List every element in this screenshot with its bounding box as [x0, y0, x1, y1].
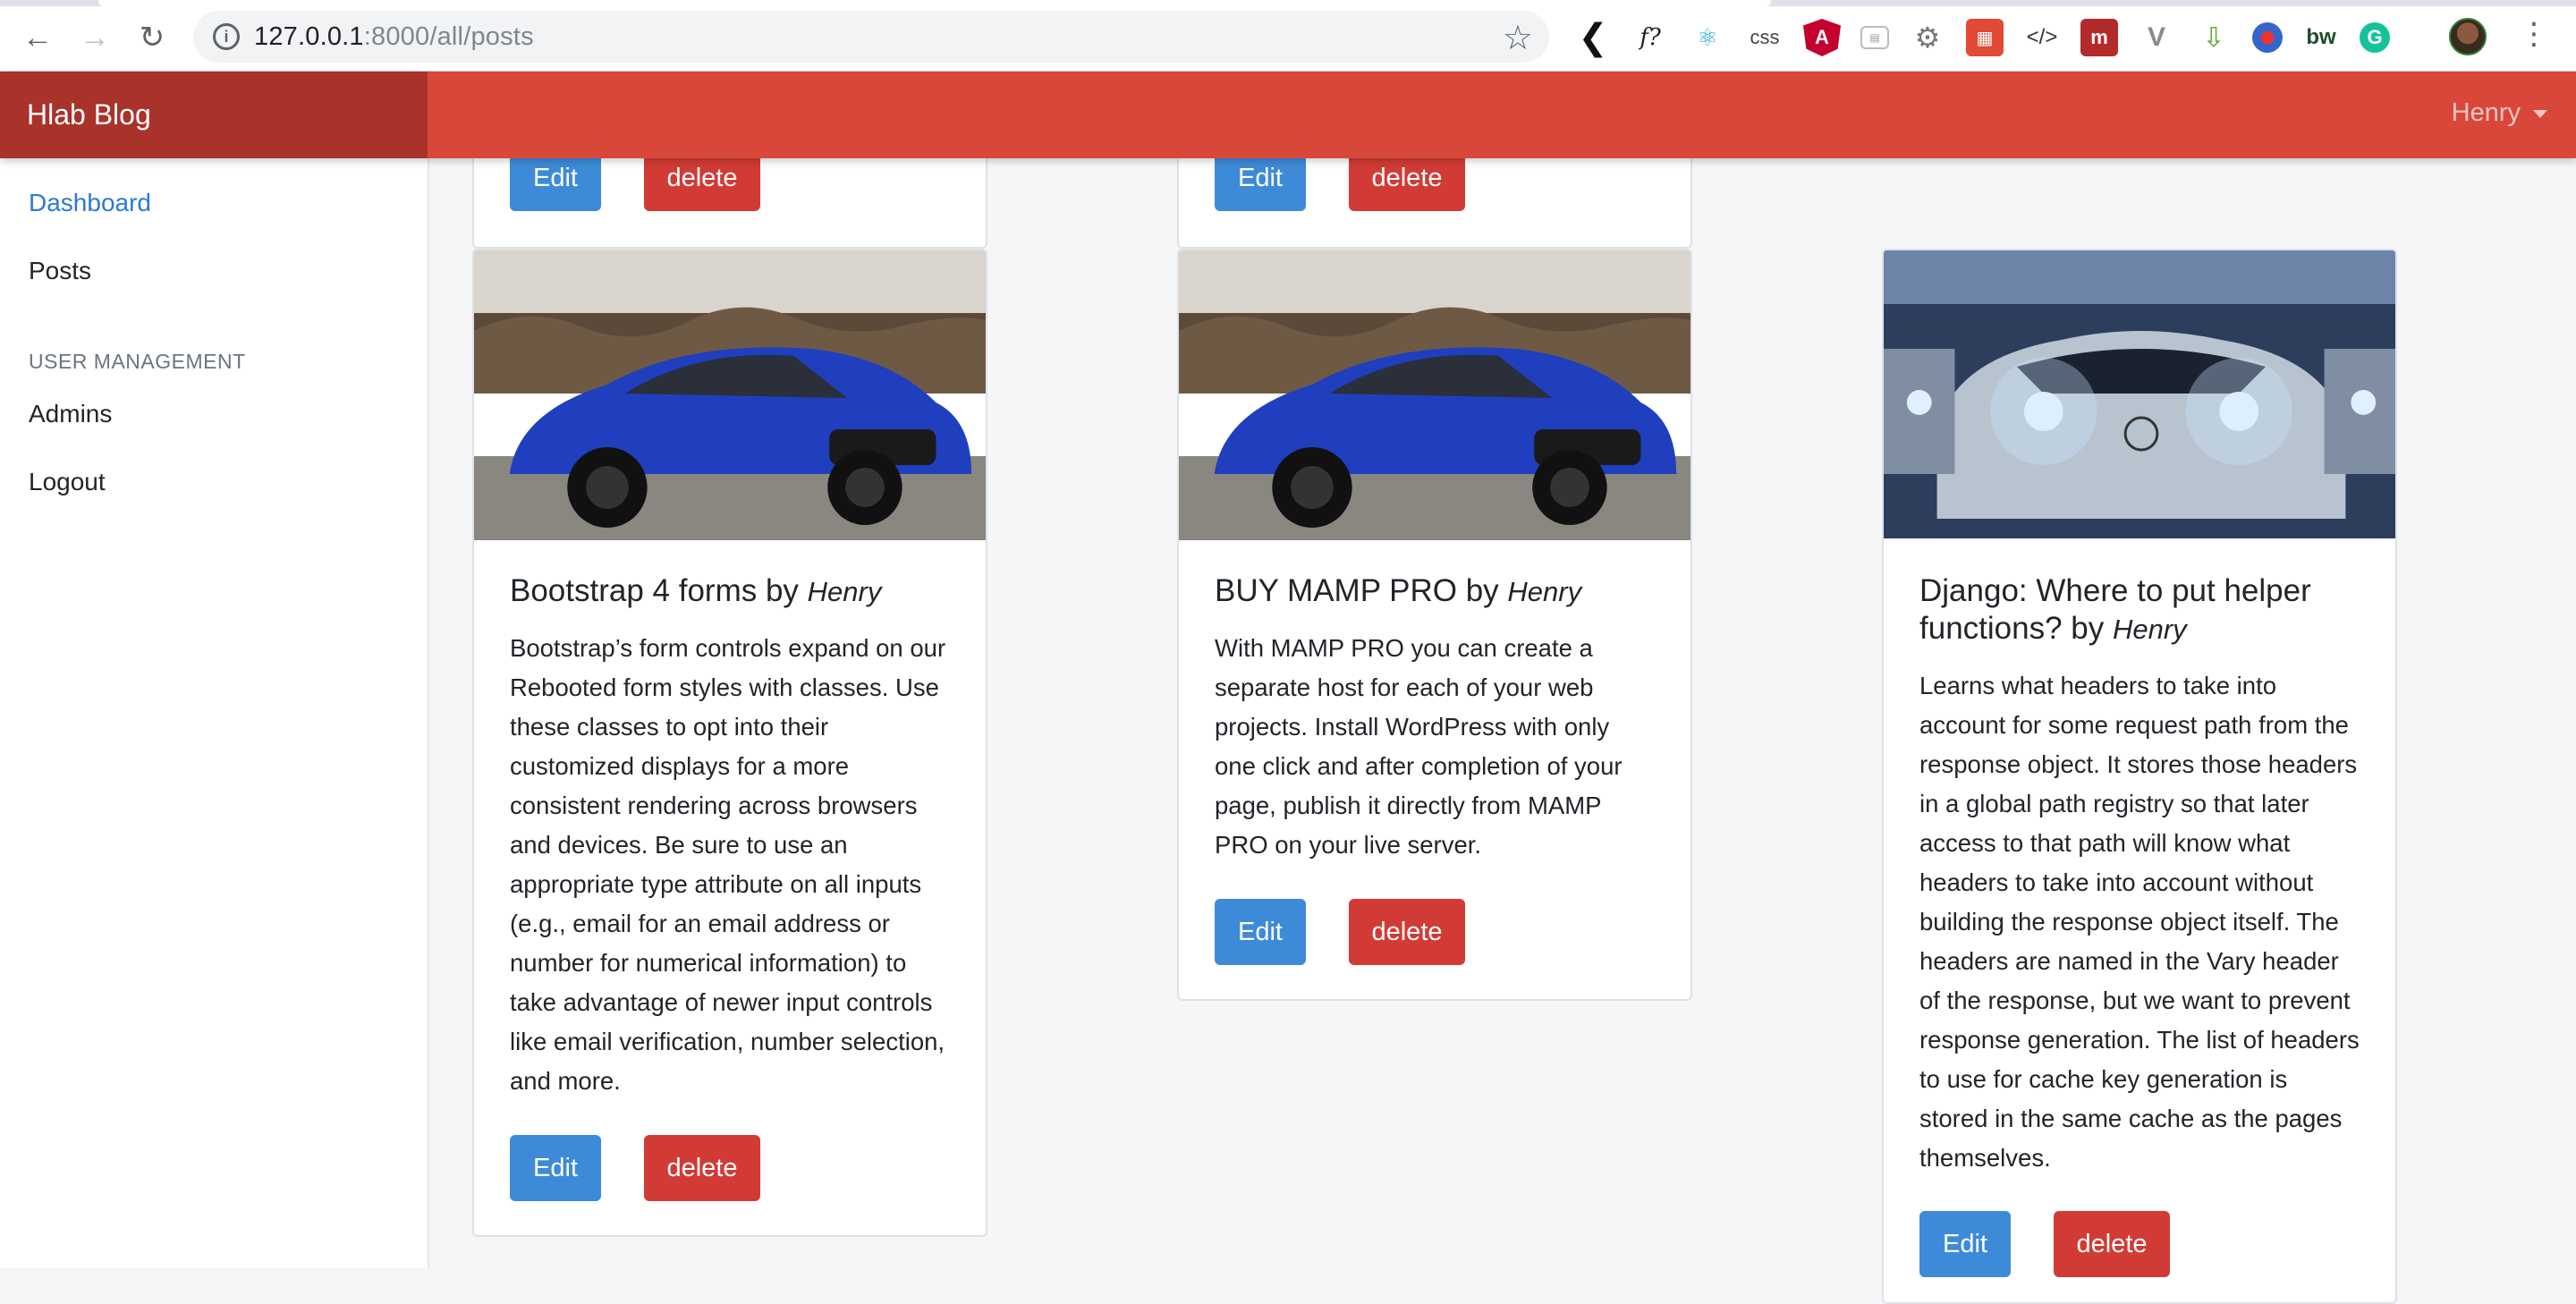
- grammarly-icon[interactable]: G: [2360, 22, 2390, 53]
- css-extension-icon[interactable]: css: [1746, 19, 1784, 56]
- post-card: BUY MAMP PRO by Henry With MAMP PRO you …: [1177, 249, 1692, 1001]
- sidebar-item-dashboard[interactable]: Dashboard: [29, 189, 151, 217]
- post-title: Django: Where to put helper functions? b…: [1919, 572, 2360, 648]
- post-title: BUY MAMP PRO by Henry: [1215, 572, 1655, 611]
- post-author: Henry: [1507, 576, 1582, 607]
- post-title-text: BUY MAMP PRO by: [1215, 573, 1499, 608]
- profile-avatar[interactable]: [2449, 18, 2487, 55]
- browser-menu-icon[interactable]: ⋮: [2519, 16, 2549, 52]
- user-name: Henry: [2451, 98, 2521, 127]
- sidebar-item-admins[interactable]: Admins: [29, 400, 112, 428]
- card-body: Django: Where to put helper functions? b…: [1919, 572, 2360, 1178]
- delete-button[interactable]: delete: [644, 1135, 760, 1201]
- bookmark-star-icon[interactable]: ☆: [1503, 18, 1533, 58]
- post-title-text: Bootstrap 4 forms by: [510, 573, 799, 608]
- post-title: Bootstrap 4 forms by Henry: [510, 572, 950, 611]
- caret-down-icon: [2533, 109, 2547, 118]
- download-extension-icon[interactable]: ⇩: [2195, 19, 2233, 56]
- info-icon[interactable]: i: [213, 23, 240, 50]
- back-chevron-icon[interactable]: ❮: [1574, 18, 1612, 57]
- address-bar[interactable]: i 127.0.0.1:8000/all/posts ☆: [193, 11, 1549, 63]
- post-image: [1179, 250, 1690, 540]
- user-menu[interactable]: Henry: [2452, 98, 2547, 128]
- angular-icon[interactable]: A: [1803, 19, 1841, 56]
- scratch-extension-icon[interactable]: ▦: [1966, 19, 2004, 56]
- post-author: Henry: [807, 576, 882, 607]
- forward-arrow-icon[interactable]: →: [77, 20, 113, 55]
- post-image: [474, 250, 986, 540]
- v-extension-icon[interactable]: V: [2138, 19, 2175, 56]
- post-body: With MAMP PRO you can create a separate …: [1215, 634, 1623, 859]
- sidebar-item-logout[interactable]: Logout: [29, 468, 106, 496]
- sidebar-item-posts[interactable]: Posts: [29, 257, 91, 285]
- sidebar: Dashboard Posts USER MANAGEMENT Admins L…: [0, 158, 429, 1268]
- gear-icon[interactable]: ⚙: [1909, 19, 1946, 56]
- edit-button[interactable]: Edit: [510, 1135, 601, 1201]
- bw-extension-icon[interactable]: bw: [2302, 19, 2340, 56]
- extensions-bar: ❮ f? ⚛ css A ▤ ⚙ ▦ </> m V ⇩ bw G: [1574, 18, 2410, 57]
- browser-toolbar: ← → ↻ i 127.0.0.1:8000/all/posts ☆ ❮ f? …: [0, 0, 2576, 72]
- edit-button[interactable]: Edit: [1919, 1211, 2011, 1277]
- card-body: Bootstrap 4 forms by Henry Bootstrap’s f…: [510, 572, 950, 1101]
- ruler-icon[interactable]: ▤: [1860, 26, 1889, 49]
- brand-logo[interactable]: Hlab Blog: [0, 72, 428, 158]
- delete-button[interactable]: delete: [2054, 1211, 2170, 1277]
- fquery-extension-icon[interactable]: f?: [1631, 19, 1669, 56]
- react-icon[interactable]: ⚛: [1689, 19, 1726, 56]
- globe-extension-icon[interactable]: [2252, 22, 2283, 53]
- card-body: BUY MAMP PRO by Henry With MAMP PRO you …: [1215, 572, 1655, 865]
- app-header: Hlab Blog Henry: [0, 72, 2576, 158]
- post-body: Bootstrap’s form controls expand on our …: [510, 634, 946, 1095]
- back-arrow-icon[interactable]: ←: [20, 20, 55, 55]
- m-extension-icon[interactable]: m: [2080, 19, 2118, 56]
- post-image: [1884, 250, 2395, 538]
- tab-strip: [0, 0, 2576, 6]
- delete-button[interactable]: delete: [1349, 899, 1465, 965]
- post-card: Bootstrap 4 forms by Henry Bootstrap’s f…: [472, 249, 987, 1237]
- post-body: Learns what headers to take into account…: [1919, 672, 2360, 1172]
- edit-button[interactable]: Edit: [1215, 899, 1306, 965]
- active-tab[interactable]: [98, 0, 1771, 6]
- post-author: Henry: [2112, 614, 2187, 645]
- sidebar-section-heading: USER MANAGEMENT: [29, 350, 246, 373]
- url-text[interactable]: 127.0.0.1:8000/all/posts: [254, 22, 534, 52]
- code-icon[interactable]: </>: [2023, 19, 2061, 56]
- reload-icon[interactable]: ↻: [134, 20, 170, 55]
- post-card: Django: Where to put helper functions? b…: [1882, 249, 2397, 1304]
